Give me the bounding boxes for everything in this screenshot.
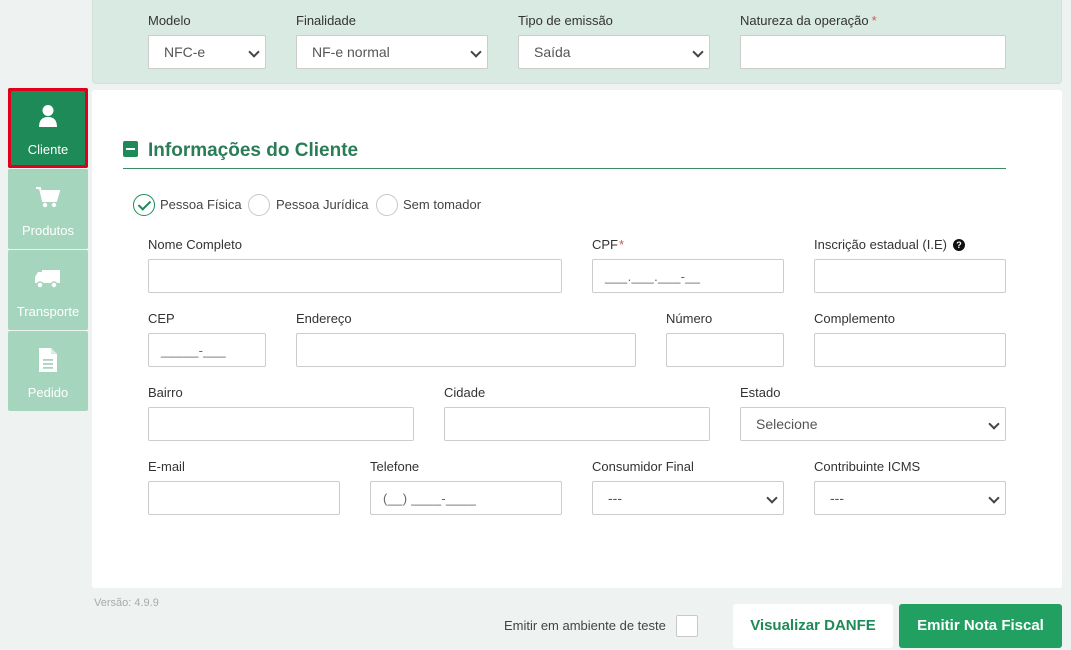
cep-input[interactable]: _____-___ (148, 333, 266, 367)
bairro-label: Bairro (148, 385, 183, 400)
sidebar-item-produtos[interactable]: Produtos (8, 169, 88, 249)
chevron-down-icon (248, 46, 260, 58)
user-icon (8, 104, 88, 130)
ie-label: Inscrição estadual (I.E)? (814, 237, 965, 252)
cidade-label: Cidade (444, 385, 486, 400)
email-input[interactable] (148, 481, 340, 515)
radio-sem-tomador[interactable] (376, 194, 398, 216)
telefone-input[interactable]: (__) ____-____ (370, 481, 562, 515)
sidebar-item-label: Produtos (21, 223, 75, 238)
bairro-input[interactable] (148, 407, 414, 441)
test-environment-label: Emitir em ambiente de teste (504, 618, 666, 633)
tipo-emissao-value: Saída (534, 44, 571, 60)
section-divider (123, 168, 1006, 169)
radio-label-sem-tomador: Sem tomador (403, 197, 482, 212)
version-text: Versão: 4.9.9 (94, 597, 159, 609)
email-label: E-mail (148, 459, 185, 474)
sidebar-item-label: Pedido (27, 385, 69, 400)
estado-label: Estado (740, 385, 781, 400)
natureza-operacao-label: Natureza da operação * (740, 13, 877, 28)
sidebar-item-label: Transporte (16, 304, 80, 319)
test-environment-checkbox[interactable] (676, 615, 698, 637)
endereco-input[interactable] (296, 333, 636, 367)
natureza-operacao-input[interactable] (740, 35, 1006, 69)
chevron-down-icon (692, 46, 704, 58)
cart-icon (8, 185, 88, 211)
consumidor-final-label: Consumidor Final (592, 459, 694, 474)
chevron-down-icon (988, 418, 1000, 430)
document-icon (8, 347, 88, 373)
numero-input[interactable] (666, 333, 784, 367)
tipo-emissao-select[interactable]: Saída (518, 35, 710, 69)
cidade-input[interactable] (444, 407, 710, 441)
finalidade-value: NF-e normal (312, 44, 390, 60)
finalidade-label: Finalidade (296, 13, 356, 28)
radio-pessoa-juridica[interactable] (248, 194, 270, 216)
truck-icon (8, 266, 88, 292)
emit-invoice-button[interactable]: Emitir Nota Fiscal (899, 604, 1062, 648)
cpf-label: CPF* (592, 237, 625, 252)
ie-input[interactable] (814, 259, 1006, 293)
sidebar-item-pedido[interactable]: Pedido (8, 331, 88, 411)
modelo-label: Modelo (148, 13, 191, 28)
consumidor-final-select[interactable]: --- (592, 481, 784, 515)
view-danfe-button[interactable]: Visualizar DANFE (733, 604, 893, 648)
cep-label: CEP (148, 311, 175, 326)
estado-select[interactable]: Selecione (740, 407, 1006, 441)
contribuinte-icms-value: --- (830, 490, 844, 506)
telefone-label: Telefone (370, 459, 420, 474)
numero-label: Número (666, 311, 713, 326)
estado-value: Selecione (756, 416, 818, 432)
nome-input[interactable] (148, 259, 562, 293)
cpf-input[interactable]: ___.___.___-__ (592, 259, 784, 293)
contribuinte-icms-select[interactable]: --- (814, 481, 1006, 515)
nome-label: Nome Completo (148, 237, 242, 252)
modelo-value: NFC-e (164, 44, 206, 60)
radio-label-pessoa-juridica: Pessoa Jurídica (276, 197, 369, 212)
tipo-emissao-label: Tipo de emissão (518, 13, 613, 28)
chevron-down-icon (988, 492, 1000, 504)
endereco-label: Endereço (296, 311, 352, 326)
help-icon[interactable]: ? (952, 239, 965, 251)
radio-label-pessoa-fisica: Pessoa Física (160, 197, 242, 212)
sidebar-item-label: Cliente (27, 142, 69, 157)
modelo-select[interactable]: NFC-e (148, 35, 266, 69)
complemento-input[interactable] (814, 333, 1006, 367)
collapse-icon[interactable] (123, 141, 138, 157)
complemento-label: Complemento (814, 311, 895, 326)
finalidade-select[interactable]: NF-e normal (296, 35, 488, 69)
radio-pessoa-fisica[interactable] (133, 194, 155, 216)
sidebar-item-transporte[interactable]: Transporte (8, 250, 88, 330)
chevron-down-icon (766, 492, 778, 504)
chevron-down-icon (470, 46, 482, 58)
consumidor-final-value: --- (608, 490, 622, 506)
section-title: Informações do Cliente (148, 140, 359, 161)
sidebar-item-cliente[interactable]: Cliente (8, 88, 88, 168)
contribuinte-icms-label: Contribuinte ICMS (814, 459, 921, 474)
